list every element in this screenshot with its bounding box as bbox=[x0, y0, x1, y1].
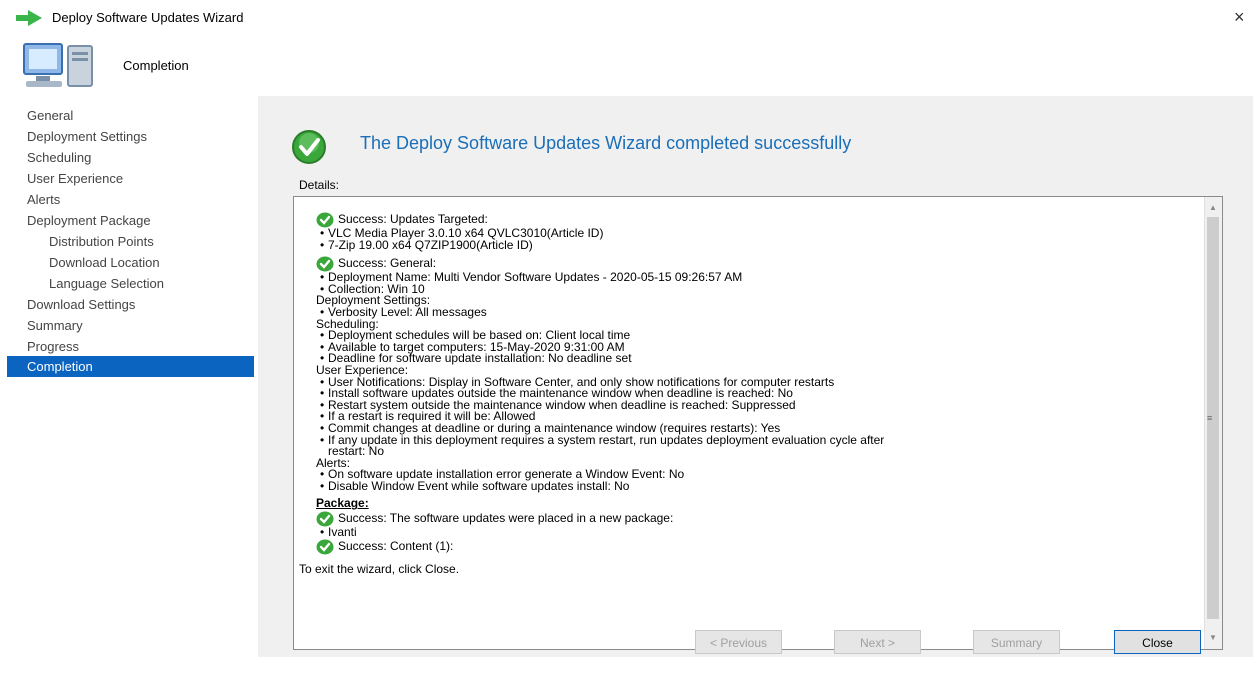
success-check-icon bbox=[292, 130, 326, 164]
nav-item-summary[interactable]: Summary bbox=[7, 315, 254, 336]
scroll-grip-icon: ≡ bbox=[1207, 413, 1213, 423]
details-label: Details: bbox=[299, 178, 340, 192]
nav-item-language-selection[interactable]: Language Selection bbox=[7, 273, 254, 294]
nav-item-user-experience[interactable]: User Experience bbox=[7, 168, 254, 189]
computer-icon bbox=[23, 43, 93, 87]
nav-item-general[interactable]: General bbox=[7, 105, 254, 126]
page-title: Completion bbox=[123, 58, 189, 73]
list-item-continuation: restart: No bbox=[328, 444, 385, 459]
title-bar: Deploy Software Updates Wizard × bbox=[0, 0, 1253, 36]
completion-title: The Deploy Software Updates Wizard compl… bbox=[360, 133, 852, 153]
nav-item-download-location[interactable]: Download Location bbox=[7, 252, 254, 273]
scroll-up-icon[interactable]: ▲ bbox=[1209, 203, 1217, 212]
list-item: Disable Window Event while software upda… bbox=[316, 480, 1196, 493]
nav-item-alerts[interactable]: Alerts bbox=[7, 189, 254, 210]
nav-item-progress[interactable]: Progress bbox=[7, 336, 254, 357]
list-item: Ivanti bbox=[316, 526, 1196, 539]
details-content: Success: Updates Targeted: VLC Media Pla… bbox=[316, 211, 1196, 556]
next-button[interactable]: Next > bbox=[834, 630, 921, 654]
close-window-icon[interactable]: × bbox=[1234, 6, 1245, 28]
list-item: Deadline for software update installatio… bbox=[316, 353, 1196, 365]
green-arrow-icon bbox=[16, 10, 42, 26]
list-item: If any update in this deployment require… bbox=[316, 434, 1196, 447]
nav-item-completion[interactable]: Completion bbox=[7, 356, 254, 377]
success-small-icon bbox=[316, 539, 334, 555]
wizard-nav: General Deployment Settings Scheduling U… bbox=[7, 100, 254, 657]
nav-item-deployment-settings[interactable]: Deployment Settings bbox=[7, 126, 254, 147]
summary-button[interactable]: Summary bbox=[973, 630, 1060, 654]
list-item: Deployment Name: Multi Vendor Software U… bbox=[316, 271, 1196, 284]
list-item: Verbosity Level: All messages bbox=[316, 306, 1196, 319]
main-panel: The Deploy Software Updates Wizard compl… bbox=[258, 96, 1253, 657]
details-textbox[interactable]: Success: Updates Targeted: VLC Media Pla… bbox=[293, 196, 1223, 650]
list-item: Collection: Win 10 bbox=[316, 283, 1196, 296]
nav-item-distribution-points[interactable]: Distribution Points bbox=[7, 231, 254, 252]
nav-item-download-settings[interactable]: Download Settings bbox=[7, 294, 254, 315]
nav-item-scheduling[interactable]: Scheduling bbox=[7, 147, 254, 168]
package-success-heading: Success: The software updates were place… bbox=[316, 510, 1196, 527]
nav-item-deployment-package[interactable]: Deployment Package bbox=[7, 210, 254, 231]
previous-button[interactable]: < Previous bbox=[695, 630, 782, 654]
exit-instructions: To exit the wizard, click Close. bbox=[299, 562, 460, 576]
close-button[interactable]: Close bbox=[1114, 630, 1201, 654]
content-success-heading: Success: Content (1): bbox=[316, 539, 1196, 556]
details-scrollbar[interactable]: ▲ ≡ ▼ bbox=[1204, 197, 1222, 649]
scroll-down-icon[interactable]: ▼ bbox=[1209, 633, 1217, 642]
list-item: 7-Zip 19.00 x64 Q7ZIP1900(Article ID) bbox=[316, 239, 1196, 252]
package-heading: Package: bbox=[316, 496, 369, 511]
window-title: Deploy Software Updates Wizard bbox=[52, 10, 244, 25]
